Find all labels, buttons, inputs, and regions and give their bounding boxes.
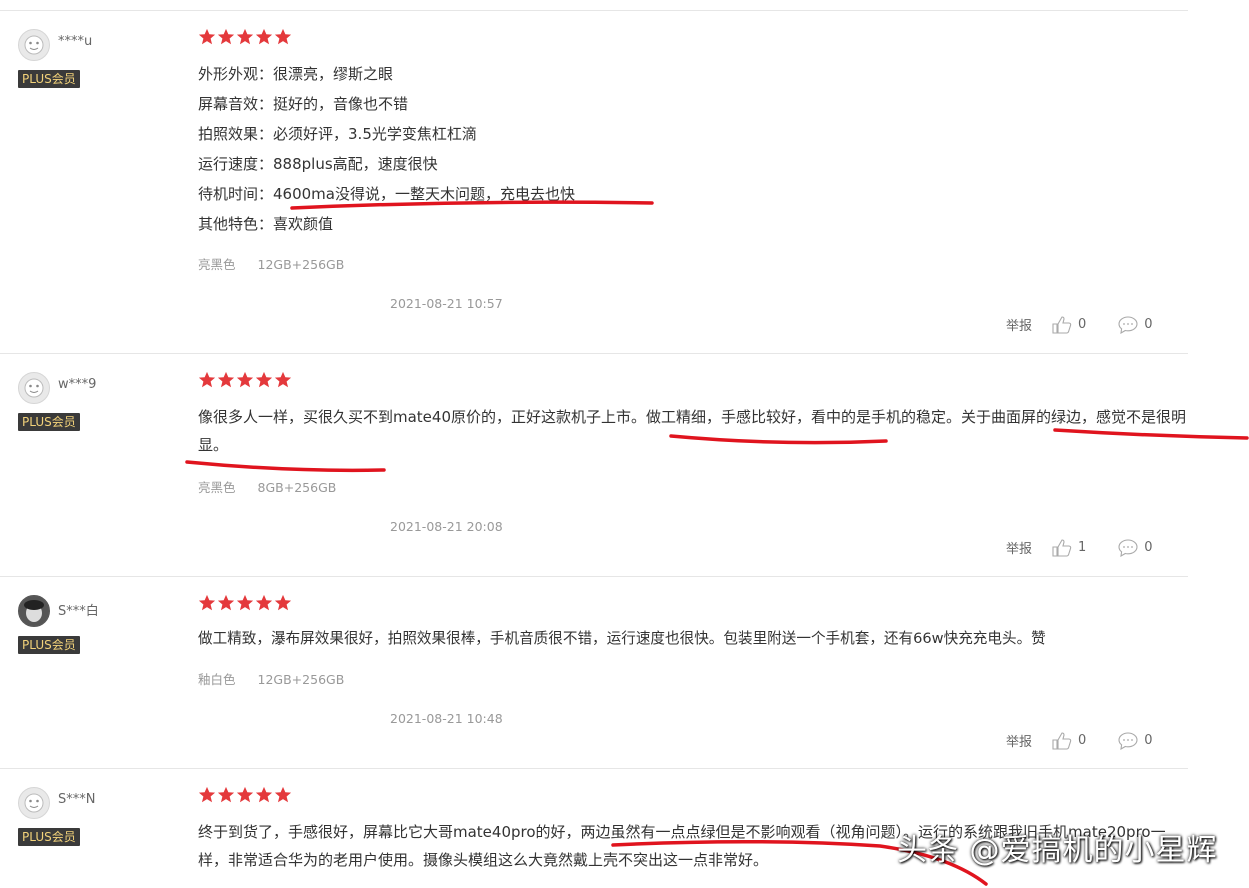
separator: [0, 576, 1188, 577]
report-link[interactable]: 举报: [1006, 538, 1032, 557]
star-icon: [255, 786, 273, 803]
comment-bubble-icon: [1118, 731, 1138, 750]
review-line: 拍照效果：必须好评，3.5光学变焦杠杠滴: [198, 125, 477, 143]
star-icon: [274, 28, 292, 45]
username[interactable]: ****u: [58, 34, 92, 49]
avatar-icon: [24, 35, 44, 55]
plus-member-badge: PLUS会员: [18, 413, 80, 431]
variant-spec: 12GB+256GB: [257, 257, 345, 272]
review-date: 2021-08-21 10:57: [390, 296, 503, 311]
review-actions: 举报 0 0: [1006, 315, 1153, 334]
separator: [0, 10, 1188, 11]
comment-count: 0: [1144, 733, 1153, 748]
review-actions: 举报 1 0: [1006, 538, 1153, 557]
star-icon: [236, 594, 254, 611]
variant-color: 亮黑色: [198, 257, 236, 272]
comment-count: 0: [1144, 317, 1153, 332]
product-variant: 亮黑色 12GB+256GB: [198, 254, 366, 273]
star-rating: [198, 594, 292, 612]
comment-button[interactable]: 0: [1118, 538, 1153, 557]
review-text: 外形外观：很漂亮，缪斯之眼 屏幕音效：挺好的，音像也不错 拍照效果：必须好评，3…: [198, 59, 575, 239]
review-date: 2021-08-21 10:48: [390, 711, 503, 726]
like-button[interactable]: 0: [1052, 731, 1087, 750]
star-rating: [198, 371, 292, 389]
avatar-icon: [24, 378, 44, 398]
star-icon: [274, 786, 292, 803]
star-icon: [255, 28, 273, 45]
avatar-icon: [19, 596, 49, 626]
like-count: 0: [1078, 317, 1087, 332]
comment-button[interactable]: 0: [1118, 731, 1153, 750]
star-icon: [217, 371, 235, 388]
review-date: 2021-08-21 20:08: [390, 519, 503, 534]
avatar[interactable]: [18, 595, 50, 627]
star-icon: [274, 594, 292, 611]
username[interactable]: w***9: [58, 377, 96, 392]
plus-member-badge: PLUS会员: [18, 636, 80, 654]
star-icon: [217, 28, 235, 45]
review-text: 做工精致，瀑布屏效果很好，拍照效果很棒，手机音质很不错，运行速度也很快。包装里附…: [198, 630, 1046, 647]
star-icon: [236, 371, 254, 388]
review-text: 像很多人一样，买很久买不到mate40原价的，正好这款机子上市。做工精细，手感比…: [198, 408, 1187, 454]
review-line: 屏幕音效：挺好的，音像也不错: [198, 95, 409, 113]
variant-spec: 12GB+256GB: [257, 672, 345, 687]
star-icon: [255, 594, 273, 611]
avatar-icon: [24, 793, 44, 813]
plus-member-badge: PLUS会员: [18, 70, 80, 88]
comment-button[interactable]: 0: [1118, 315, 1153, 334]
avatar[interactable]: [18, 29, 50, 61]
thumbs-up-icon: [1052, 315, 1072, 334]
like-count: 1: [1078, 540, 1087, 555]
star-icon: [198, 786, 216, 803]
product-variant: 釉白色 12GB+256GB: [198, 669, 366, 688]
variant-spec: 8GB+256GB: [257, 480, 337, 495]
comment-bubble-icon: [1118, 538, 1138, 557]
variant-color: 亮黑色: [198, 480, 236, 495]
star-rating: [198, 28, 292, 46]
review-line: 外形外观：很漂亮，缪斯之眼: [198, 65, 394, 83]
review-actions: 举报 0 0: [1006, 731, 1153, 750]
review-line: 运行速度：888plus高配，速度很快: [198, 155, 438, 173]
star-icon: [217, 594, 235, 611]
thumbs-up-icon: [1052, 731, 1072, 750]
avatar[interactable]: [18, 372, 50, 404]
star-icon: [198, 594, 216, 611]
plus-member-badge: PLUS会员: [18, 828, 80, 846]
star-icon: [236, 28, 254, 45]
star-icon: [217, 786, 235, 803]
watermark: 头条 @爱搞机的小星辉: [897, 833, 1218, 868]
review-line: 待机时间：4600ma没得说，一整天木问题，充电去也快: [198, 185, 575, 203]
product-variant: 亮黑色 8GB+256GB: [198, 477, 358, 496]
thumbs-up-icon: [1052, 538, 1072, 557]
variant-color: 釉白色: [198, 672, 236, 687]
review-line: 其他特色：喜欢颜值: [198, 215, 334, 233]
star-icon: [198, 371, 216, 388]
report-link[interactable]: 举报: [1006, 315, 1032, 334]
star-rating: [198, 786, 292, 804]
like-button[interactable]: 0: [1052, 315, 1087, 334]
like-button[interactable]: 1: [1052, 538, 1087, 557]
like-count: 0: [1078, 733, 1087, 748]
star-icon: [236, 786, 254, 803]
avatar[interactable]: [18, 787, 50, 819]
star-icon: [274, 371, 292, 388]
separator: [0, 768, 1188, 769]
report-link[interactable]: 举报: [1006, 731, 1032, 750]
comment-count: 0: [1144, 540, 1153, 555]
username[interactable]: S***白: [58, 600, 99, 619]
star-icon: [198, 28, 216, 45]
separator: [0, 353, 1188, 354]
username[interactable]: S***N: [58, 792, 95, 807]
star-icon: [255, 371, 273, 388]
comment-bubble-icon: [1118, 315, 1138, 334]
